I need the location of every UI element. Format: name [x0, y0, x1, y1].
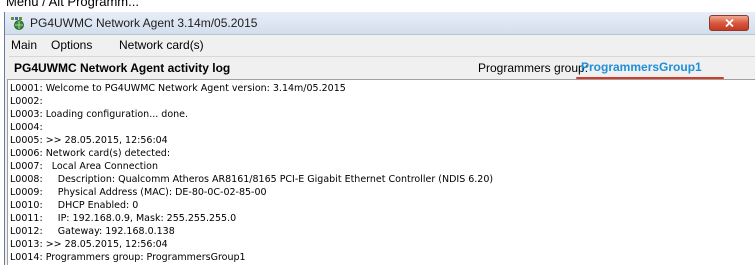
panel-title: PG4UWMC Network Agent activity log — [14, 61, 231, 75]
title-bar[interactable]: PG4UWMC Network Agent 3.14m/05.2015 — [5, 12, 755, 35]
log-line: L0011: IP: 192.168.0.9, Mask: 255.255.25… — [10, 213, 237, 224]
log-line: L0013: >> 28.05.2015, 12:56:04 — [10, 239, 168, 250]
close-button[interactable] — [709, 15, 749, 31]
menu-bar: Main Options Network card(s) — [5, 35, 755, 55]
log-line: L0001: Welcome to PG4UWMC Network Agent … — [10, 83, 346, 94]
menu-main[interactable]: Main — [11, 38, 37, 52]
log-line: L0006: Network card(s) detected: — [10, 148, 171, 159]
activity-log[interactable]: L0001: Welcome to PG4UWMC Network Agent … — [7, 79, 755, 265]
log-line: L0007: Local Area Connection — [10, 161, 159, 172]
app-window: PG4UWMC Network Agent 3.14m/05.2015 Main… — [4, 12, 755, 265]
log-line: L0014: Programmers group: ProgrammersGro… — [10, 252, 246, 263]
caption-text: Menü / Alt Programm... — [6, 0, 139, 9]
log-line: L0008: Description: Qualcomm Atheros AR8… — [10, 174, 494, 185]
log-line: L0003: Loading configuration... done. — [10, 109, 189, 120]
window-title: PG4UWMC Network Agent 3.14m/05.2015 — [30, 16, 258, 30]
log-panel-header: PG4UWMC Network Agent activity log Progr… — [9, 56, 755, 79]
programmers-group-value: ProgrammersGroup1 — [581, 60, 702, 74]
log-line: L0012: Gateway: 192.168.0.138 — [10, 226, 175, 237]
close-icon — [725, 19, 734, 27]
menu-network-cards[interactable]: Network card(s) — [119, 38, 204, 52]
programmers-group-label: Programmers group: — [478, 61, 589, 75]
menu-options[interactable]: Options — [51, 38, 92, 52]
log-line: L0010: DHCP Enabled: 0 — [10, 200, 139, 211]
log-line: L0004: — [10, 122, 43, 133]
log-line: L0005: >> 28.05.2015, 12:56:04 — [10, 135, 168, 146]
network-agent-app-icon — [11, 17, 24, 30]
caption-strip: Menü / Alt Programm... — [0, 0, 755, 12]
log-line: L0009: Physical Address (MAC): DE-80-0C-… — [10, 187, 267, 198]
log-line: L0002: — [10, 96, 43, 107]
